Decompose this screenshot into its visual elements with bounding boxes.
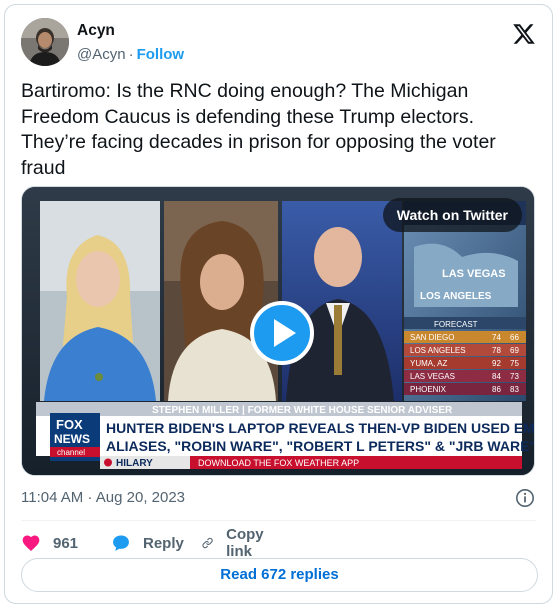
weather-rows: SAN DIEGO 74 66 LOS ANGELES 78 69 YUMA, AZ 92 75…	[404, 331, 526, 395]
ticker-left: HILARY	[116, 458, 153, 469]
weather-row-low: 75	[510, 359, 519, 368]
reply-button[interactable]: Reply	[111, 531, 184, 555]
timestamp[interactable]: 11:04 AM · Aug 20, 2023	[21, 489, 185, 506]
play-icon	[274, 319, 296, 347]
link-icon	[202, 537, 213, 549]
separator-dot: ·	[128, 46, 134, 63]
weather-city-label: LAS VEGAS	[442, 268, 506, 280]
ticker-right: DOWNLOAD THE FOX WEATHER APP	[198, 458, 359, 468]
weather-row-city: SAN DIEGO	[410, 333, 454, 342]
weather-row-city: PHOENIX	[410, 385, 447, 394]
author-handle-row: @Acyn · Follow	[77, 46, 184, 63]
weather-forecast-label: FORECAST	[434, 320, 478, 329]
tweet-card: Acyn @Acyn · Follow Bartiromo: Is the RNC …	[4, 4, 553, 604]
copy-link-label: Copy link	[226, 526, 264, 560]
weather-row-city: LAS VEGAS	[410, 372, 455, 381]
weather-row-high: 78	[492, 346, 501, 355]
network-logo-top: FOX	[56, 417, 83, 432]
weather-row-high: 84	[492, 372, 501, 381]
tweet-text: Bartiromo: Is the RNC doing enough? The …	[21, 80, 496, 179]
network-logo-mid: NEWS	[54, 432, 90, 446]
weather-row-low: 73	[510, 372, 519, 381]
chyron-line-2: ALIASES, "ROBIN WARE", "ROBERT L PETERS"…	[106, 438, 535, 454]
avatar[interactable]	[21, 18, 69, 66]
weather-row-low: 83	[510, 385, 519, 394]
reply-bubble-icon	[113, 535, 129, 551]
weather-city2-label: LOS ANGELES	[420, 291, 492, 302]
reply-label: Reply	[143, 534, 184, 552]
divider	[21, 520, 536, 521]
chyron-line-1: HUNTER BIDEN'S LAPTOP REVEALS THEN-VP BI…	[106, 420, 535, 436]
weather-row-low: 69	[510, 346, 519, 355]
weather-row-high: 74	[492, 333, 501, 342]
weather-row-city: LOS ANGELES	[410, 346, 466, 355]
author-handle[interactable]: @Acyn	[77, 46, 126, 63]
copy-link-button[interactable]: Copy link	[201, 526, 271, 560]
like-count: 961	[53, 534, 79, 552]
x-logo-icon[interactable]	[512, 22, 536, 46]
tweet-time: 11:04 AM	[21, 489, 84, 506]
tweet-date: Aug 20, 2023	[95, 489, 186, 506]
like-button[interactable]: 961	[21, 531, 78, 555]
weather-row-high: 86	[492, 385, 501, 394]
video-player[interactable]: LAS VEGAS LOS ANGELES FORECAST SAN DIEGO…	[21, 186, 535, 476]
weather-row-city: YUMA, AZ	[410, 359, 447, 368]
network-logo-bottom: channel	[57, 448, 85, 457]
heart-icon	[22, 535, 40, 551]
watch-on-twitter-button[interactable]: Watch on Twitter	[382, 198, 522, 232]
info-icon[interactable]	[515, 488, 535, 508]
chyron-name: STEPHEN MILLER | FORMER WHITE HOUSE SENI…	[152, 405, 453, 416]
play-button[interactable]	[250, 301, 314, 365]
separator-dot: ·	[87, 489, 93, 506]
weather-row-low: 66	[510, 333, 519, 342]
author-display-name[interactable]: Acyn	[77, 22, 115, 40]
weather-row-high: 92	[492, 359, 501, 368]
follow-button[interactable]: Follow	[137, 46, 185, 63]
read-replies-button[interactable]: Read 672 replies	[21, 558, 538, 592]
